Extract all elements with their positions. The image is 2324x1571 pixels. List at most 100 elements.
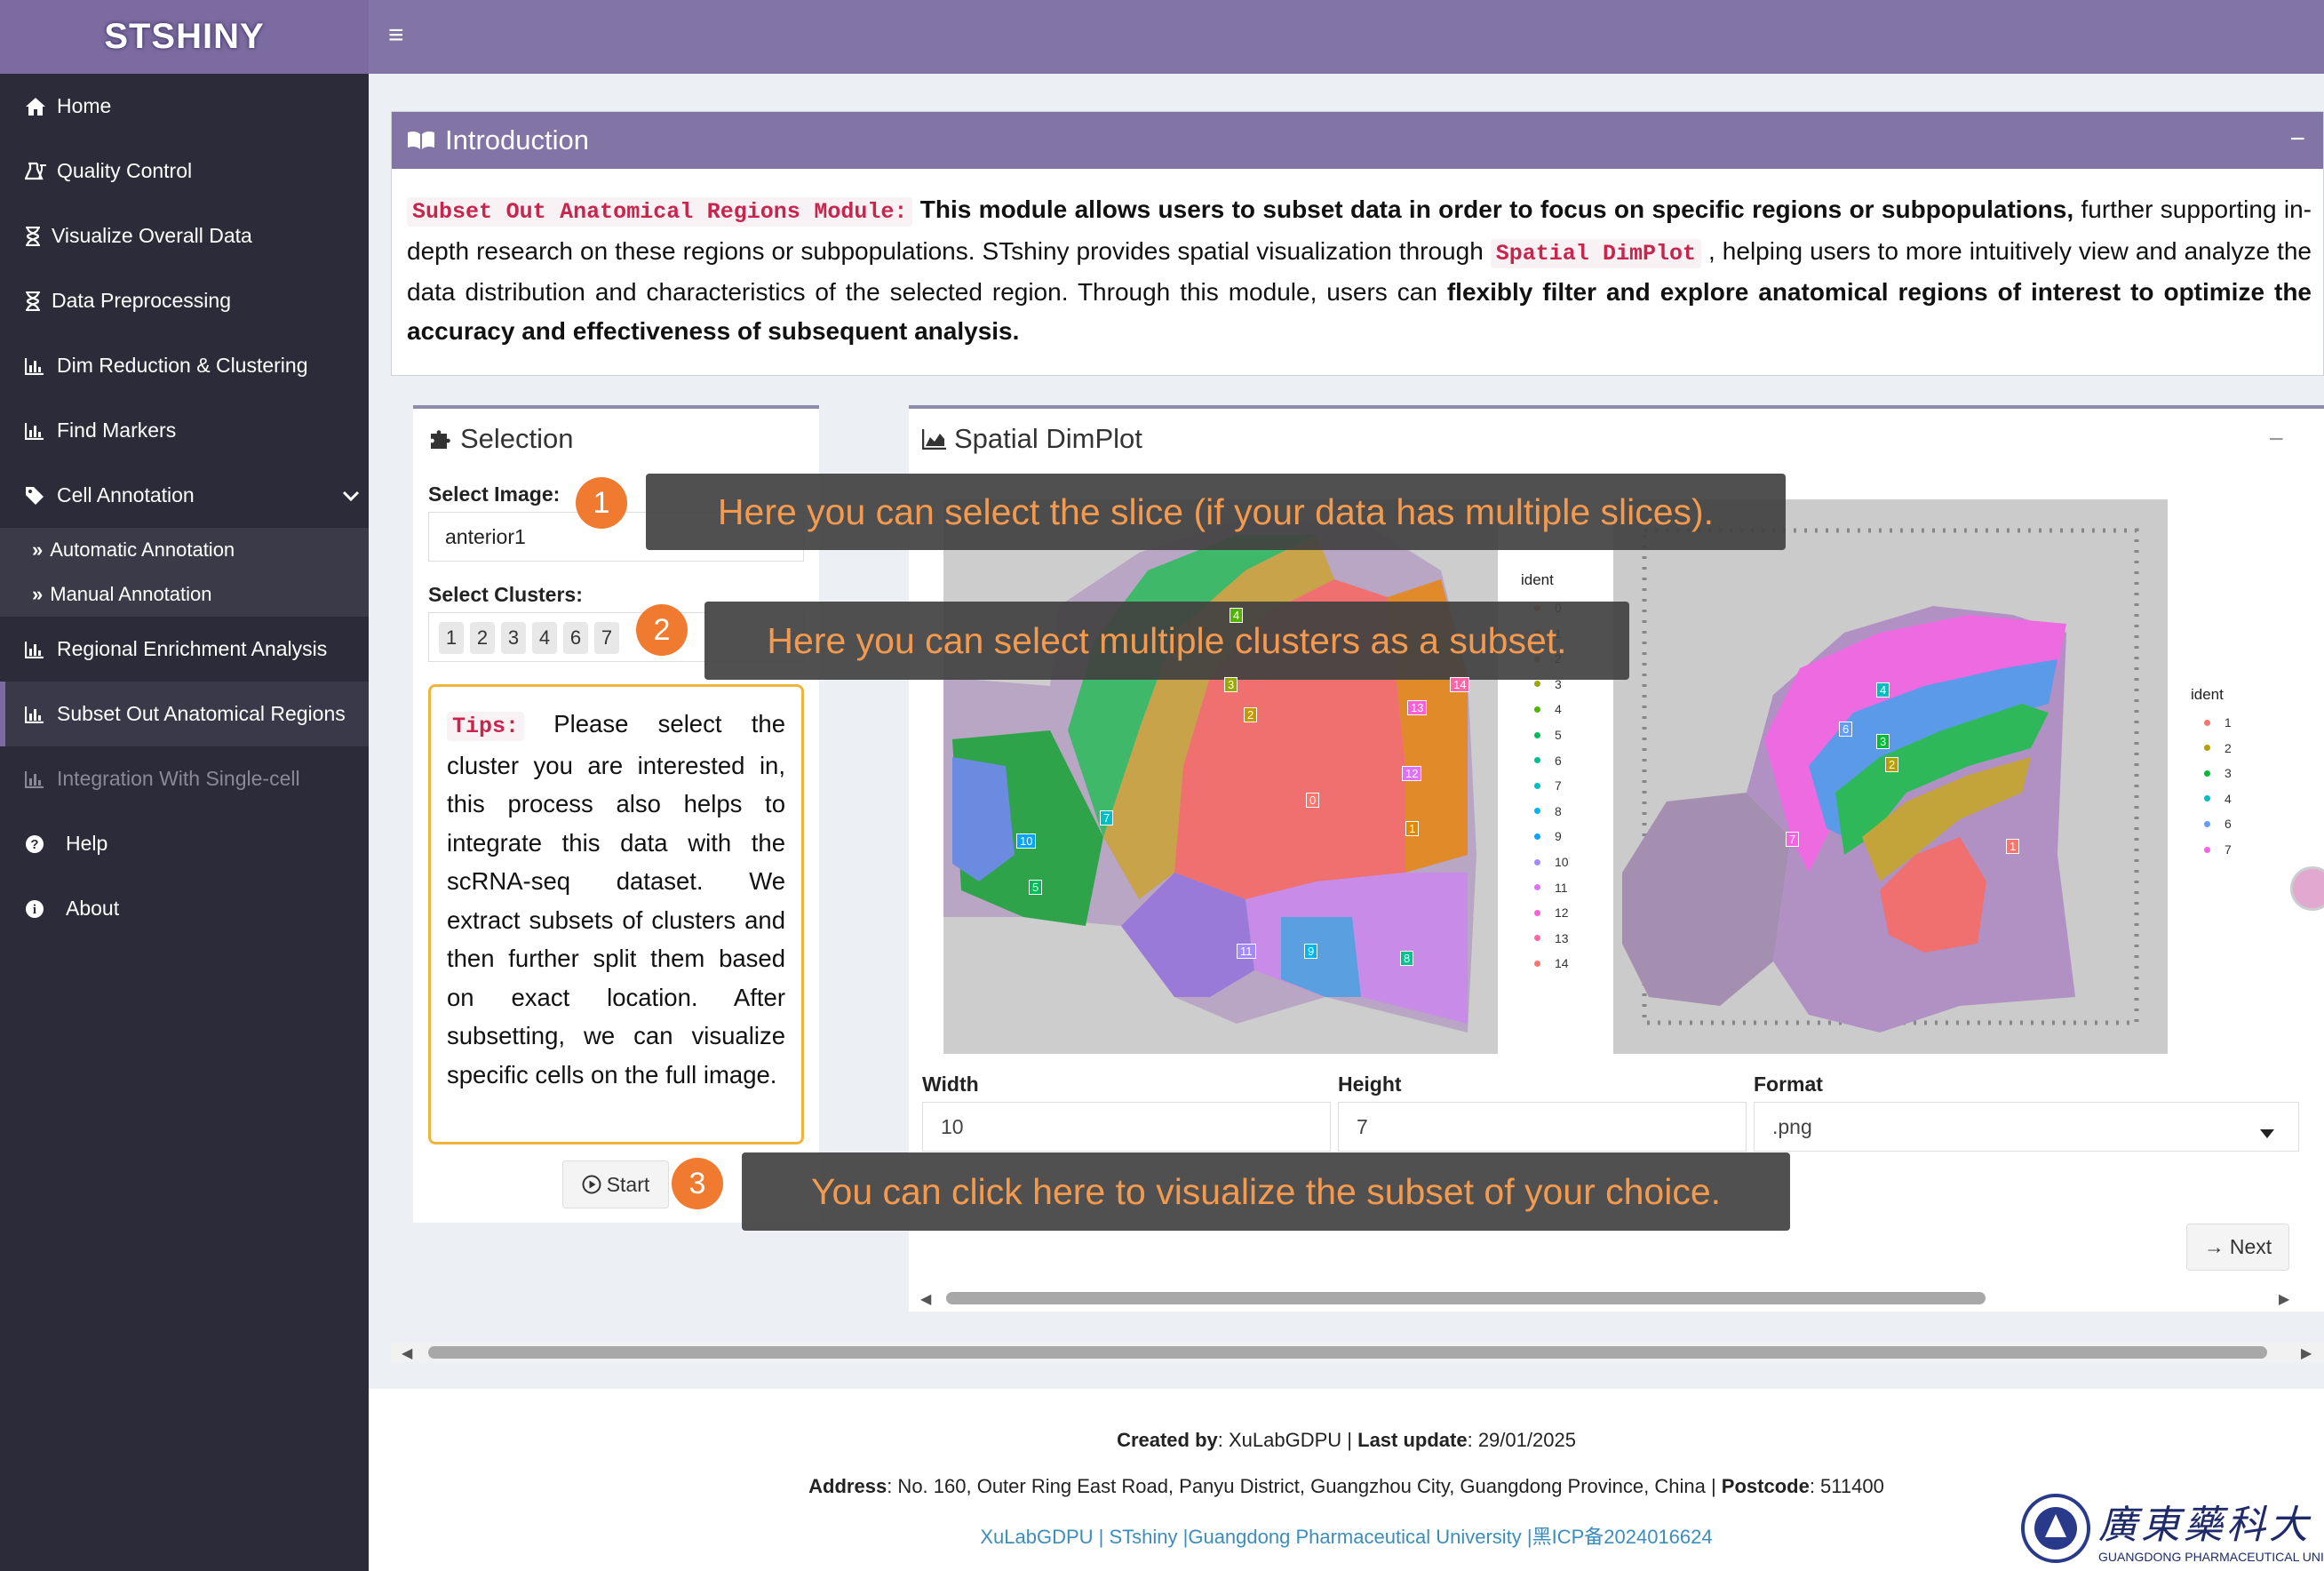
sidebar-item-dim-reduction[interactable]: Dim Reduction & Clustering bbox=[0, 333, 369, 398]
select-image-value: anterior1 bbox=[445, 524, 526, 548]
tips-tag: Tips: bbox=[447, 712, 525, 741]
angle-double-right-icon: » bbox=[32, 583, 44, 605]
sidebar-item-home[interactable]: Home bbox=[0, 74, 369, 139]
top-navbar: ≡ bbox=[369, 0, 2324, 74]
start-button-label: Start bbox=[606, 1172, 650, 1196]
created-by-label: Created by bbox=[1117, 1429, 1218, 1451]
created-by-value: : XuLabGDPU | bbox=[1217, 1429, 1358, 1451]
sidebar-subitem-manual-annotation[interactable]: » Manual Annotation bbox=[32, 583, 212, 606]
scroll-right-icon[interactable]: ▶ bbox=[2279, 1290, 2289, 1308]
cluster-label-right: 4 bbox=[1876, 682, 1890, 698]
scroll-right-icon[interactable]: ▶ bbox=[2301, 1344, 2312, 1362]
next-button[interactable]: → Next bbox=[2186, 1224, 2289, 1271]
cluster-label-left: 5 bbox=[1029, 880, 1043, 895]
cluster-label-right: 7 bbox=[1786, 832, 1800, 847]
tour-step-badge: 2 bbox=[636, 604, 688, 656]
book-open-icon bbox=[406, 130, 436, 151]
sidebar: STSHINY Home Quality Control Visualize O… bbox=[0, 0, 369, 1571]
sidebar-item-cell-annotation[interactable]: Cell Annotation bbox=[0, 463, 369, 528]
spatial-dimplot-tag: Spatial DimPlot bbox=[1490, 238, 1702, 268]
introduction-header[interactable]: Introduction − bbox=[392, 112, 2323, 169]
height-label: Height bbox=[1338, 1073, 1402, 1096]
cluster-chip[interactable]: 7 bbox=[594, 622, 619, 654]
sidebar-item-data-preprocessing[interactable]: Data Preprocessing bbox=[0, 268, 369, 333]
sidebar-item-help[interactable]: ? Help bbox=[0, 811, 369, 876]
collapse-icon[interactable]: − bbox=[2289, 124, 2305, 155]
sidebar-item-integration-single-cell[interactable]: Integration With Single-cell bbox=[0, 746, 369, 811]
sidebar-item-regional-enrichment[interactable]: Regional Enrichment Analysis bbox=[0, 617, 369, 682]
scrollbar-thumb[interactable] bbox=[428, 1346, 2267, 1359]
info-circle-icon: i bbox=[25, 899, 60, 919]
postcode-label: Postcode bbox=[1721, 1475, 1810, 1497]
legend-entry: 2 bbox=[2204, 741, 2232, 755]
question-circle-icon: ? bbox=[25, 834, 60, 854]
chevron-down-icon bbox=[342, 484, 360, 508]
home-icon bbox=[25, 97, 52, 116]
area-chart-icon bbox=[922, 428, 947, 450]
legend-entry: 11 bbox=[1534, 881, 1568, 895]
cluster-chip[interactable]: 2 bbox=[470, 622, 495, 654]
format-label: Format bbox=[1754, 1073, 1823, 1096]
sidebar-item-about[interactable]: i About bbox=[0, 876, 369, 941]
spatial-plot-right-image bbox=[1613, 499, 2168, 1054]
height-input[interactable]: 7 bbox=[1338, 1102, 1747, 1152]
scroll-left-icon[interactable]: ◀ bbox=[920, 1290, 931, 1308]
tips-text: Please select the cluster you are intere… bbox=[447, 710, 785, 1089]
cluster-label-left: 0 bbox=[1306, 793, 1320, 808]
sidebar-item-label: Regional Enrichment Analysis bbox=[57, 637, 328, 660]
university-name-cn: 廣東藥科大 bbox=[2098, 1503, 2312, 1548]
cluster-chip[interactable]: 6 bbox=[563, 622, 588, 654]
chart-bar-icon bbox=[25, 770, 52, 788]
hamburger-menu-icon[interactable]: ≡ bbox=[388, 18, 404, 53]
introduction-text: Subset Out Anatomical Regions Module: Th… bbox=[407, 190, 2312, 350]
cluster-label-right: 6 bbox=[1839, 722, 1853, 737]
sidebar-item-label: About bbox=[66, 897, 120, 920]
cluster-chip[interactable]: 4 bbox=[532, 622, 557, 654]
cluster-label-left: 10 bbox=[1016, 833, 1037, 849]
spatial-horizontal-scrollbar[interactable]: ◀ ▶ bbox=[909, 1288, 2324, 1308]
collapse-icon[interactable]: − bbox=[2268, 425, 2284, 455]
cluster-chip[interactable]: 1 bbox=[439, 622, 464, 654]
sidebar-item-subset-anatomical-regions[interactable]: Subset Out Anatomical Regions bbox=[0, 682, 369, 746]
start-button[interactable]: Start bbox=[562, 1160, 669, 1208]
cluster-label-left: 12 bbox=[1402, 766, 1422, 781]
page-horizontal-scrollbar[interactable]: ◀ ▶ bbox=[391, 1343, 2324, 1362]
legend-entry: 10 bbox=[1534, 855, 1569, 869]
tour-tooltip: Here you can select the slice (if your d… bbox=[646, 474, 1786, 550]
legend-entry: 1 bbox=[2204, 715, 2232, 730]
logo[interactable]: STSHINY bbox=[0, 0, 369, 74]
cluster-chip[interactable]: 3 bbox=[501, 622, 526, 654]
sidebar-item-visualize-overall-data[interactable]: Visualize Overall Data bbox=[0, 203, 369, 268]
sidebar-item-label: Help bbox=[66, 832, 108, 855]
sidebar-item-find-markers[interactable]: Find Markers bbox=[0, 398, 369, 463]
play-circle-icon bbox=[582, 1175, 601, 1194]
format-select[interactable]: .png bbox=[1754, 1102, 2299, 1152]
introduction-box: Introduction − Subset Out Anatomical Reg… bbox=[391, 111, 2324, 376]
tour-tooltip: Here you can select multiple clusters as… bbox=[704, 602, 1629, 680]
scroll-left-icon[interactable]: ◀ bbox=[402, 1344, 412, 1362]
svg-text:i: i bbox=[33, 903, 36, 917]
sidebar-item-label: Quality Control bbox=[57, 159, 193, 182]
arrow-right-icon: → bbox=[2203, 1235, 2225, 1258]
sidebar-item-label: Find Markers bbox=[57, 419, 177, 442]
sidebar-item-label: Subset Out Anatomical Regions bbox=[57, 702, 346, 725]
select-image-label: Select Image: bbox=[428, 482, 561, 506]
sidebar-item-label: Dim Reduction & Clustering bbox=[57, 354, 308, 377]
sidebar-subitem-automatic-annotation[interactable]: » Automatic Annotation bbox=[32, 538, 235, 562]
cluster-label-left: 8 bbox=[1400, 951, 1414, 966]
university-name-en: GUANGDONG PHARMACEUTICAL UNIV bbox=[2098, 1550, 2324, 1564]
legend-entry: 7 bbox=[2204, 842, 2232, 857]
sidebar-item-label: Data Preprocessing bbox=[52, 289, 231, 312]
legend-entry: 4 bbox=[2204, 792, 2232, 806]
legend-entry: 3 bbox=[2204, 766, 2232, 780]
width-input[interactable]: 10 bbox=[922, 1102, 1331, 1152]
chart-bar-icon bbox=[25, 706, 52, 723]
sidebar-item-label: Visualize Overall Data bbox=[52, 224, 252, 247]
select-clusters-label: Select Clusters: bbox=[428, 583, 583, 606]
scrollbar-thumb[interactable] bbox=[946, 1292, 1986, 1304]
cluster-label-left: 14 bbox=[1450, 677, 1470, 692]
last-update-label: Last update bbox=[1357, 1429, 1468, 1451]
spatial-plot-right bbox=[1613, 499, 2168, 1054]
sidebar-item-label: Home bbox=[57, 94, 112, 117]
sidebar-item-quality-control[interactable]: Quality Control bbox=[0, 139, 369, 203]
